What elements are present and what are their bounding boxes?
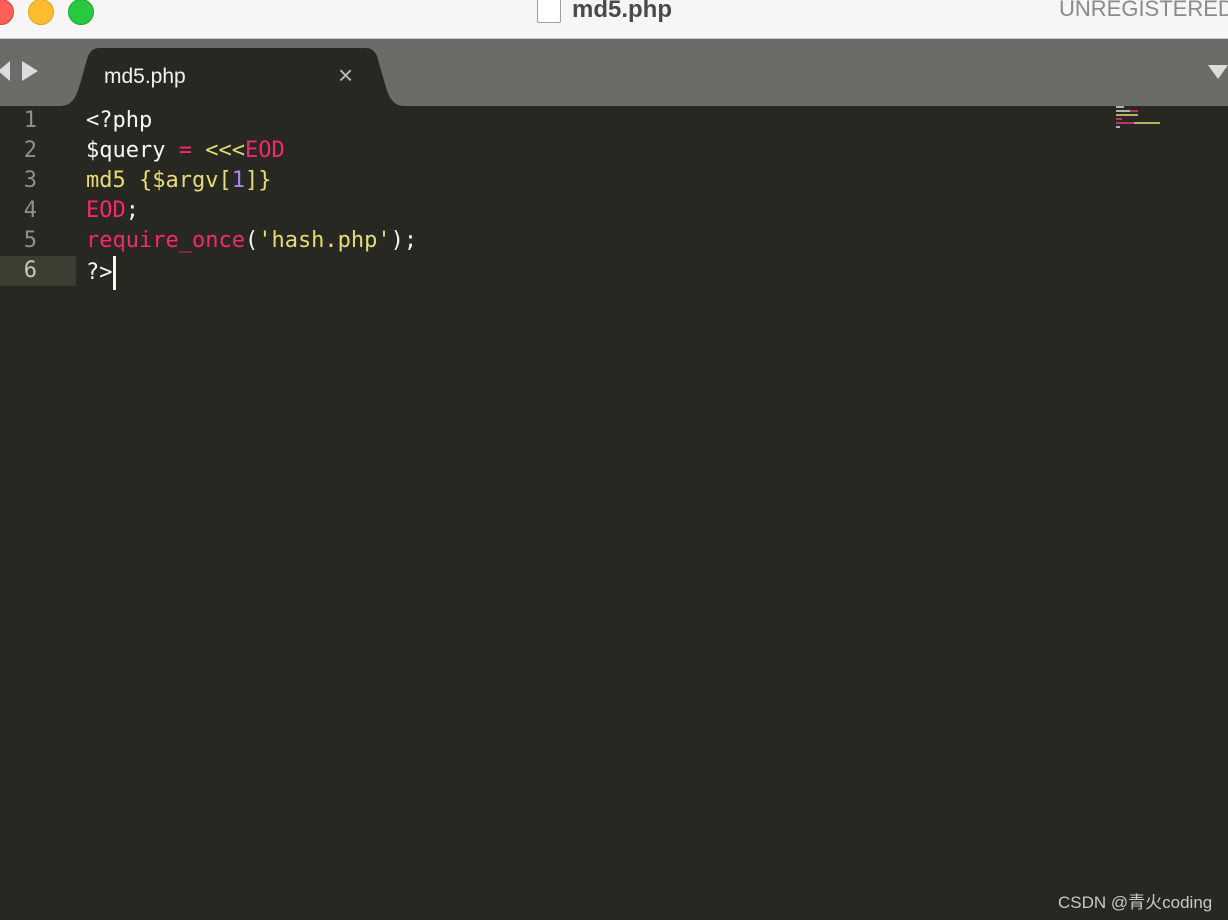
code-token: ; — [125, 198, 139, 223]
code-token: EOD — [86, 198, 126, 223]
code-token: = — [178, 138, 192, 163]
window-title: md5.php — [572, 0, 672, 23]
document-icon — [537, 0, 561, 23]
text-cursor — [112, 256, 116, 290]
line-number: 1 — [23, 108, 37, 133]
nav-forward-icon[interactable] — [22, 61, 38, 81]
tab-label: md5.php — [104, 65, 186, 88]
zoom-light-icon[interactable] — [68, 0, 94, 25]
code-line[interactable]: ?> — [86, 256, 116, 290]
code-token: ( — [244, 228, 259, 253]
title-bar: md5.php UNREGISTERED — [0, 0, 1228, 39]
line-number: 4 — [23, 198, 37, 223]
watermark: CSDN @青火coding — [1058, 893, 1213, 912]
code-line[interactable]: require_once('hash.php'); — [86, 226, 417, 256]
code-token: ?> — [86, 260, 113, 285]
nav-back-icon[interactable] — [0, 61, 10, 81]
code-token: ]} — [244, 168, 272, 193]
code-line[interactable]: <?php — [86, 106, 152, 136]
code-token: <<< — [205, 138, 245, 163]
code-line[interactable]: EOD; — [86, 196, 139, 226]
line-number: 5 — [23, 228, 37, 253]
tab-bar: md5.php × — [0, 39, 1228, 106]
tab-dropdown-icon[interactable] — [1208, 65, 1228, 79]
tab-md5-php[interactable]: md5.php × — [60, 48, 405, 106]
code-line[interactable]: md5 {$argv[1]} — [86, 166, 271, 196]
line-number: 2 — [23, 138, 37, 163]
minimize-light-icon[interactable] — [28, 0, 54, 25]
minimap[interactable] — [1116, 106, 1172, 130]
code-token: <?php — [86, 108, 153, 133]
line-number-active: 6 — [23, 258, 37, 283]
close-light-icon[interactable] — [0, 0, 14, 25]
code-token: EOD — [244, 138, 285, 163]
license-status: UNREGISTERED — [1059, 0, 1228, 21]
line-number: 3 — [23, 168, 37, 193]
code-token: $query — [86, 138, 179, 163]
code-token: 'hash.php' — [258, 228, 391, 253]
code-editor[interactable]: 1 2 3 4 5 6 <?php $query = <<<EOD md5 {$ar… — [0, 106, 1228, 920]
code-token: ); — [390, 228, 418, 253]
code-token: 1 — [231, 168, 245, 193]
code-token: require_once — [86, 228, 245, 253]
tab-close-icon[interactable]: × — [338, 62, 353, 88]
code-line[interactable]: $query = <<<EOD — [86, 136, 285, 166]
code-token: md5 {$argv[ — [86, 168, 232, 193]
